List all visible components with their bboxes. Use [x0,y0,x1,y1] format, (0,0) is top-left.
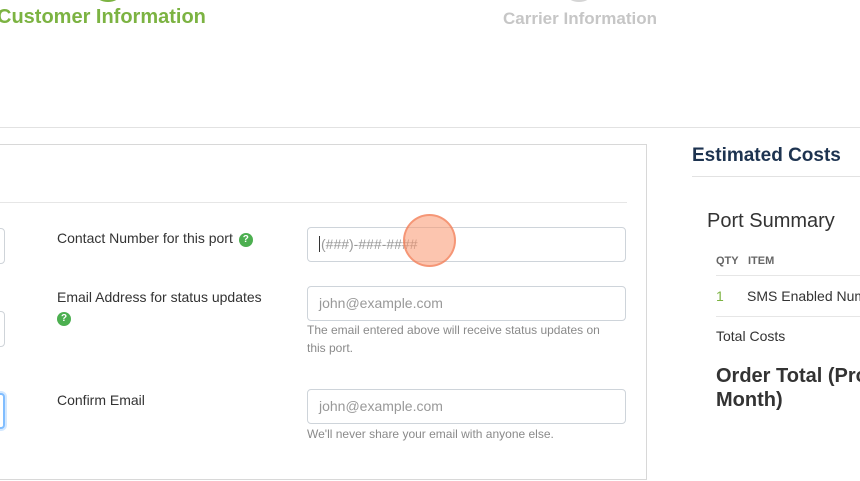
total-costs-label: Total Costs [716,328,786,344]
sidebar-divider [692,176,860,177]
left-column-input-2[interactable] [0,311,5,347]
step-carrier-information[interactable]: Carrier Information [503,9,657,29]
email-status-label: Email Address for status updates ? [57,287,287,327]
order-total-label: Order Total (Pro Month) [716,365,860,411]
email-status-help-text: The email entered above will receive sta… [307,323,600,355]
click-indicator [403,214,456,267]
step-customer-indicator [90,0,126,2]
header-divider [0,127,860,128]
step-customer-information[interactable]: Customer Information [0,6,206,29]
left-column-input-1[interactable] [0,228,5,264]
confirm-email-placeholder: john@example.com [319,398,443,414]
confirm-email-label: Confirm Email [57,392,145,408]
summary-row-qty: 1 [716,288,724,304]
help-icon[interactable]: ? [57,312,71,326]
item-column-header: ITEM [748,255,775,267]
contact-number-label-text: Contact Number for this port [57,230,233,246]
confirm-email-input[interactable]: john@example.com [307,389,626,424]
email-status-input[interactable]: john@example.com [307,286,626,321]
qty-column-header: QTY [716,255,739,267]
estimated-costs-title: Estimated Costs [692,145,841,166]
contact-number-input[interactable]: (###)-###-#### [307,227,626,262]
summary-header-divider [716,275,860,276]
card-header-divider [0,202,627,203]
summary-row-item: SMS Enabled Num [747,288,860,304]
customer-form-card: Contact Number for this port ? (###)-###… [0,144,647,480]
port-summary-title: Port Summary [707,210,835,232]
contact-number-label: Contact Number for this port ? [57,228,253,248]
left-column-input-3[interactable] [0,393,5,429]
help-icon[interactable]: ? [238,233,253,247]
confirm-email-help-text: We'll never share your email with anyone… [307,427,554,441]
email-status-placeholder: john@example.com [319,295,443,311]
summary-row-divider [716,316,860,317]
step-carrier-indicator [561,0,597,2]
email-status-label-text: Email Address for status updates [57,289,262,305]
text-caret [319,236,320,252]
